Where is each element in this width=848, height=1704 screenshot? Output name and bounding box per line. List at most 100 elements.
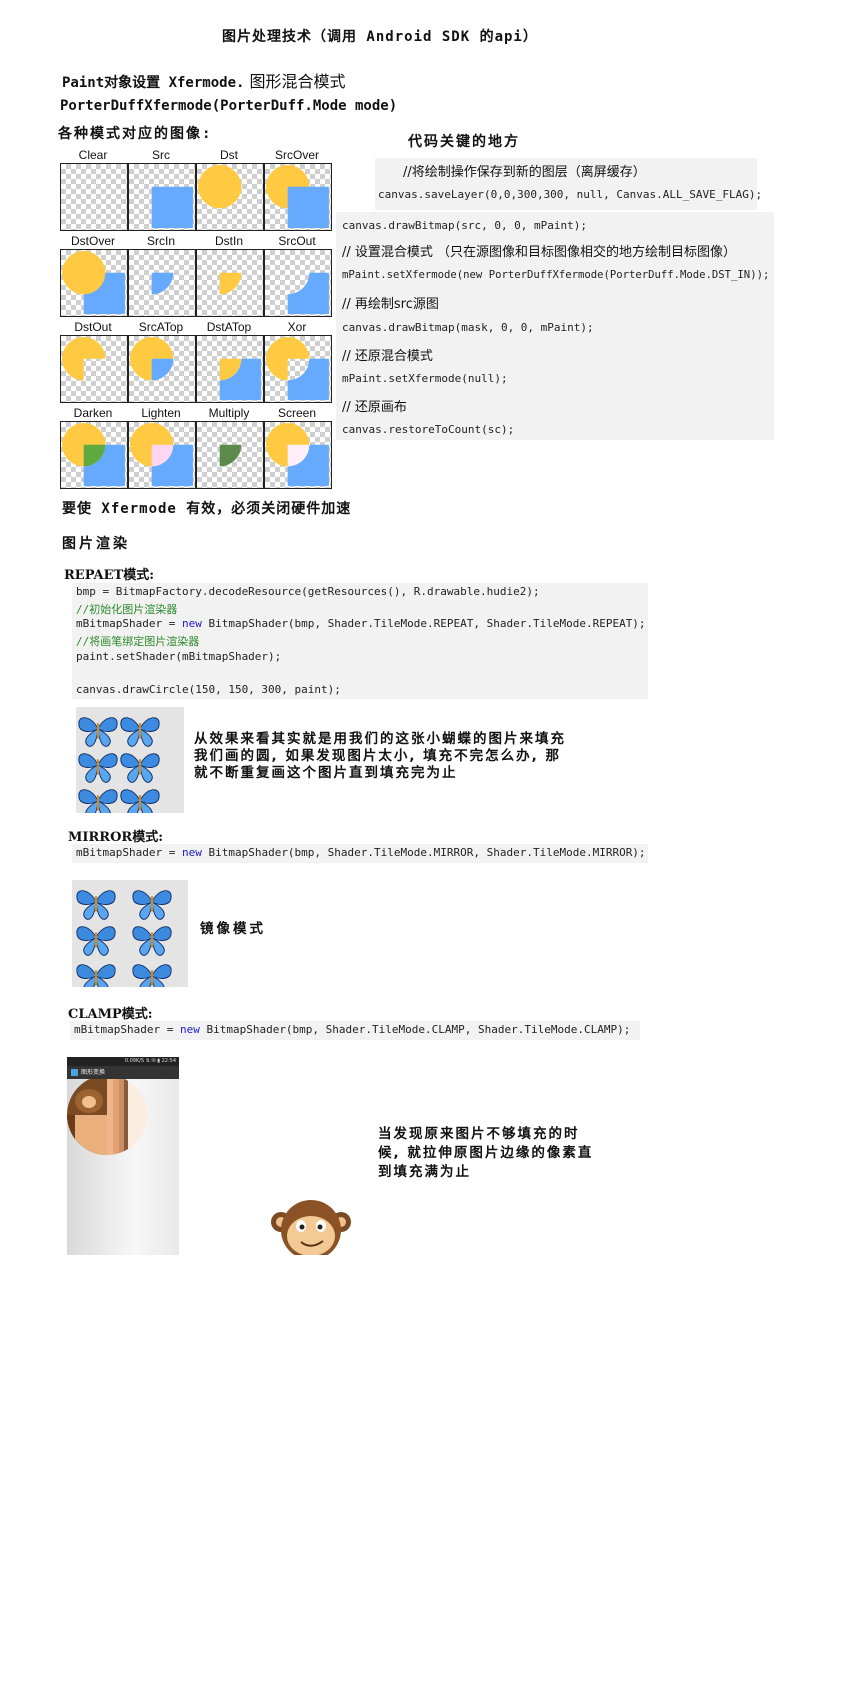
mode-tile-clear [60, 163, 128, 231]
code-comment-restore-mode: // 还原混合模式 [342, 349, 433, 364]
paint-line: Paint对象设置 Xfermode. 图形混合模式 [62, 68, 346, 92]
mode-graphic-dst [198, 165, 242, 209]
mirror-code-line: mBitmapShader = new BitmapShader(bmp, Sh… [76, 846, 646, 859]
key-code-heading: 代码关键的地方 [408, 134, 520, 150]
mode-tile-srcout [264, 249, 332, 317]
clamp-code-a: mBitmapShader = [74, 1023, 180, 1036]
mode-label-lighten: Lighten [141, 406, 181, 420]
clamp-code-b: BitmapShader(bmp, Shader.TileMode.CLAMP,… [199, 1023, 631, 1036]
mode-label-srcout: SrcOut [278, 234, 316, 248]
mode-tile-lighten [128, 421, 196, 489]
repeat-code-line-2-b: BitmapShader(bmp, Shader.TileMode.REPEAT… [201, 617, 646, 630]
mode-label-screen: Screen [277, 406, 317, 420]
mode-graphic-dstout [62, 337, 106, 381]
mode-label-dstin: DstIn [214, 234, 243, 248]
mode-tile-dstin [196, 249, 264, 317]
mode-tile-screen [264, 421, 332, 489]
code-comment-set-mode: // 设置混合模式 （只在源图像和目标图像相交的地方绘制目标图像） [342, 245, 737, 260]
code-comment-restore-canvas: // 还原画布 [342, 400, 407, 415]
repeat-code-keyword: new [181, 617, 202, 630]
mode-tile-dst [196, 163, 264, 231]
monkey-face-icon [271, 1198, 351, 1255]
repeat-heading: REPAET模式: [64, 568, 155, 583]
paint-line-text: 图形混合模式 [249, 72, 346, 91]
mode-graphic-dstover [62, 251, 125, 314]
mode-graphic-srcout [287, 272, 329, 314]
mode-label-srcover: SrcOver [274, 148, 319, 162]
document-title: 图片处理技术（调用 Android SDK 的api） [222, 29, 538, 45]
phone-status-bar: 0.09K/S ⇅ ✉ ▮ 22:54 [67, 1057, 179, 1066]
mode-graphic-lighten [130, 423, 193, 486]
repeat-desc-line-1: 从效果来看其实就是用我们的这张小蝴蝶的图片来填充 [194, 731, 566, 747]
repeat-code-line-2-a: mBitmapShader = [76, 617, 182, 630]
mirror-butterfly-image [72, 880, 188, 987]
clamp-heading: CLAMP模式: [68, 1007, 153, 1022]
clamp-code-box: mBitmapShader = new BitmapShader(bmp, Sh… [70, 1021, 640, 1040]
code-line-drawbitmap-mask: canvas.drawBitmap(mask, 0, 0, mPaint); [342, 321, 594, 334]
mode-tile-src [128, 163, 196, 231]
render-heading: 图片渲染 [62, 536, 130, 552]
mode-label-clear: Clear [78, 148, 108, 162]
mode-graphic-srcin [151, 272, 174, 295]
mode-label-multiply: Multiply [208, 406, 250, 420]
mode-label-srcatop: SrcATop [138, 320, 184, 334]
clamp-desc-line-3: 到填充满为止 [378, 1164, 471, 1180]
mode-tile-xor [264, 335, 332, 403]
code-line-restore: canvas.restoreToCount(sc); [342, 423, 515, 436]
code-comment-savelayer: //将绘制操作保存到新的图层（离屏缓存） [403, 165, 646, 180]
clamp-monkey-image [271, 1198, 351, 1255]
mode-graphic-srcatop [130, 337, 174, 381]
mirror-code-b: BitmapShader(bmp, Shader.TileMode.MIRROR… [201, 846, 646, 859]
mode-graphic-screen [266, 423, 329, 486]
mode-graphic-dstatop [219, 358, 261, 400]
modes-heading: 各种模式对应的图像: [58, 126, 213, 142]
mode-graphic-dstin [219, 272, 242, 295]
mode-label-srcin: SrcIn [146, 234, 175, 248]
blend-mode-grid: Clear Src Dst SrcOver DstOver SrcIn DstIn SrcOu… [58, 148, 338, 489]
mode-label-dstover: DstOver [70, 234, 115, 248]
clamp-code-line: mBitmapShader = new BitmapShader(bmp, Sh… [74, 1023, 630, 1036]
mode-graphic-clear [61, 164, 127, 230]
phone-app-title: 图形变换 [81, 1069, 106, 1076]
code-line-set-xfermode: mPaint.setXfermode(new PorterDuffXfermod… [342, 269, 770, 281]
mirror-description: 镜像模式 [200, 921, 266, 937]
mirror-heading: MIRROR模式: [68, 830, 164, 845]
mode-tile-srcover [264, 163, 332, 231]
mode-graphic-multiply [219, 444, 242, 467]
mirror-code-box: mBitmapShader = new BitmapShader(bmp, Sh… [72, 844, 648, 863]
paint-line-code: Paint对象设置 Xfermode. [62, 75, 245, 91]
mode-tile-srcin [128, 249, 196, 317]
clamp-desc-line-2: 候, 就拉伸原图片边缘的像素直 [378, 1145, 594, 1161]
repeat-description: 从效果来看其实就是用我们的这张小蝴蝶的图片来填充 我们画的圆, 如果发现图片太小… [194, 731, 566, 782]
app-icon [71, 1069, 78, 1076]
repeat-code-line-3: paint.setShader(mBitmapShader); [76, 650, 282, 663]
mode-tile-multiply [196, 421, 264, 489]
mode-tile-dstout [60, 335, 128, 403]
mode-label-src: Src [152, 148, 170, 162]
repeat-code-line-2: mBitmapShader = new BitmapShader(bmp, Sh… [76, 617, 646, 630]
code-comment-draw-src: // 再绘制src源图 [342, 297, 439, 312]
clamp-phone-screenshot: 0.09K/S ⇅ ✉ ▮ 22:54 图形变换 [67, 1057, 179, 1255]
mode-graphic-src [151, 186, 193, 228]
mode-label-xor: Xor [287, 320, 307, 334]
butterfly-mirror-pattern [76, 890, 172, 987]
mode-tile-dstover [60, 249, 128, 317]
code-line-savelayer: canvas.saveLayer(0,0,300,300, null, Canv… [378, 188, 763, 201]
repeat-butterfly-image [76, 707, 184, 813]
repeat-code-line-1: bmp = BitmapFactory.decodeResource(getRe… [76, 585, 540, 598]
porterduff-line: PorterDuffXfermode(PorterDuff.Mode mode) [60, 98, 398, 114]
mode-graphic-xor [266, 337, 329, 400]
repeat-code-comment-2: //将画笔绑定图片渲染器 [76, 635, 200, 648]
phone-action-bar: 图形变换 [67, 1066, 179, 1079]
mirror-code-keyword: new [181, 846, 202, 859]
mode-tile-dstatop [196, 335, 264, 403]
repeat-code-comment-1: //初始化图片渲染器 [76, 603, 178, 616]
clamp-monkey-circle [67, 1079, 147, 1155]
code-line-clear-xfermode: mPaint.setXfermode(null); [342, 372, 508, 385]
clamp-code-keyword: new [179, 1023, 200, 1036]
mode-label-dstatop: DstATop [206, 320, 252, 334]
repeat-desc-line-3: 就不断重复画这个图片直到填充完为止 [194, 765, 458, 781]
savelayer-code-box: //将绘制操作保存到新的图层（离屏缓存） canvas.saveLayer(0,… [375, 158, 762, 210]
mode-label-darken: Darken [73, 406, 113, 420]
xfermode-code-box: canvas.drawBitmap(src, 0, 0, mPaint); //… [336, 212, 774, 440]
